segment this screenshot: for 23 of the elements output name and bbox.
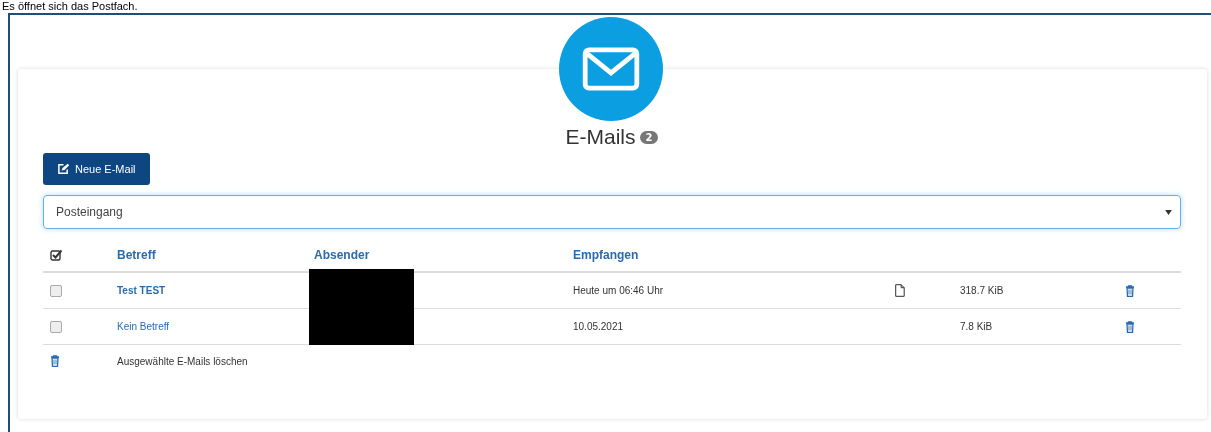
- trash-icon[interactable]: [1125, 284, 1135, 297]
- trash-icon[interactable]: [50, 355, 60, 367]
- column-header[interactable]: Betreff: [117, 248, 156, 262]
- column-header[interactable]: Empfangen: [573, 248, 639, 262]
- edit-icon: [57, 163, 70, 175]
- checkbox[interactable]: [50, 320, 62, 333]
- delete-selected-link[interactable]: Ausgewählte E-Mails löschen: [117, 355, 248, 367]
- column-header[interactable]: Absender: [314, 248, 370, 262]
- received-date: Heute um 06:46 Uhr: [573, 285, 664, 296]
- subject-link[interactable]: Test TEST: [117, 285, 166, 296]
- caption-text: Es öffnet sich das Postfach.: [1, 0, 139, 13]
- count-badge: 2: [639, 130, 659, 144]
- trash-icon[interactable]: [1125, 320, 1135, 333]
- checkbox[interactable]: [50, 284, 62, 297]
- file-size: 318.7 KiB: [960, 285, 1004, 296]
- page-title: E-Mails: [565, 125, 636, 149]
- checkbox[interactable]: [50, 249, 62, 261]
- dropdown-caret-icon: [1165, 209, 1172, 215]
- file-size: 7.8 KiB: [960, 321, 993, 332]
- folder-select[interactable]: Posteingang: [43, 195, 1181, 229]
- received-date: 10.05.2021: [573, 321, 624, 332]
- new-email-button[interactable]: Neue E-Mail: [43, 153, 150, 185]
- subject-link[interactable]: Kein Betreff: [117, 321, 170, 332]
